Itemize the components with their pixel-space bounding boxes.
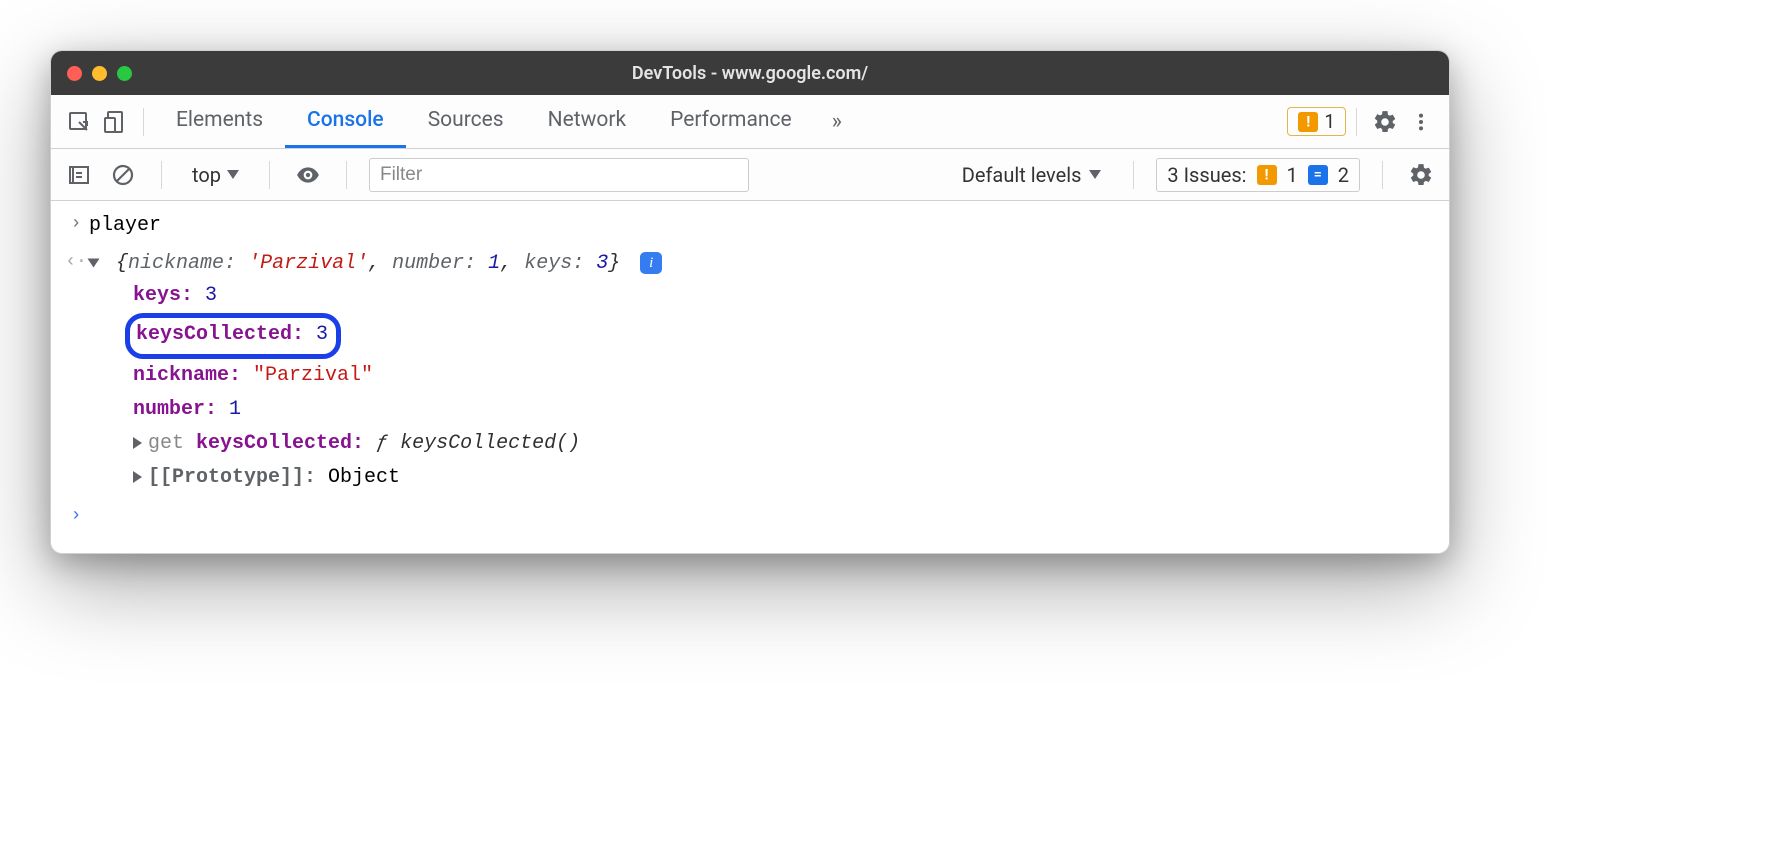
separator [346, 161, 347, 189]
clear-console-icon[interactable] [107, 159, 139, 191]
tab-performance[interactable]: Performance [648, 95, 813, 148]
minimize-window-button[interactable] [92, 66, 107, 81]
console-toolbar: top Default levels 3 Issues: 1 2 [51, 149, 1449, 201]
console-output-row: ‹· {nickname: 'Parzival', number: 1, key… [53, 245, 1447, 499]
prompt-chevron-icon: › [63, 503, 89, 529]
separator [1382, 161, 1383, 189]
inspect-element-icon[interactable] [61, 104, 97, 140]
maximize-window-button[interactable] [117, 66, 132, 81]
disclosure-toggle[interactable] [133, 437, 142, 449]
output-chevron-icon: ‹· [63, 249, 89, 275]
device-toolbar-icon[interactable] [97, 104, 133, 140]
separator [143, 108, 144, 136]
context-label: top [192, 163, 221, 187]
toggle-sidebar-icon[interactable] [63, 159, 95, 191]
tabs: Elements Console Sources Network Perform… [154, 95, 814, 148]
warning-icon [1298, 112, 1318, 132]
console-settings-icon[interactable] [1405, 159, 1437, 191]
console-input-row: › player [53, 207, 1447, 245]
warning-icon [1257, 165, 1277, 185]
tab-sources[interactable]: Sources [406, 95, 526, 148]
info-icon [1308, 165, 1328, 185]
issues-count: 1 [1324, 110, 1335, 133]
info-badge-icon[interactable]: i [640, 252, 662, 274]
prop-nickname[interactable]: nickname: "Parzival" [133, 359, 1437, 393]
settings-icon[interactable] [1367, 104, 1403, 140]
console-input-text: player [89, 211, 1437, 241]
separator [1133, 161, 1134, 189]
issues-summary[interactable]: 3 Issues: 1 2 [1156, 158, 1360, 192]
prop-keyscollected[interactable]: keysCollected: 3 [133, 313, 1437, 359]
separator [269, 161, 270, 189]
console-output: › player ‹· {nickname: 'Parzival', numbe… [51, 201, 1449, 553]
more-tabs-button[interactable]: » [814, 109, 860, 134]
prop-number[interactable]: number: 1 [133, 393, 1437, 427]
log-levels-label: Default levels [962, 163, 1082, 187]
window-controls [67, 66, 132, 81]
highlight-annotation: keysCollected: 3 [125, 313, 341, 359]
context-selector[interactable]: top [184, 159, 247, 191]
object-properties: keys: 3 keysCollected: 3 nickname: "Parz… [133, 279, 1437, 495]
issues-warn-count: 1 [1287, 163, 1298, 187]
object-summary[interactable]: {nickname: 'Parzival', number: 1, keys: … [116, 252, 632, 275]
tab-elements[interactable]: Elements [154, 95, 285, 148]
console-prompt-row[interactable]: › [53, 499, 1447, 533]
issues-pill[interactable]: 1 [1287, 107, 1346, 136]
devtools-window: DevTools - www.google.com/ Elements Cons… [50, 50, 1450, 554]
prop-keys[interactable]: keys: 3 [133, 279, 1437, 313]
issues-label: 3 Issues: [1167, 163, 1246, 187]
disclosure-toggle[interactable] [133, 471, 142, 483]
live-expression-icon[interactable] [292, 159, 324, 191]
titlebar: DevTools - www.google.com/ [51, 51, 1449, 95]
separator [161, 161, 162, 189]
input-chevron-icon: › [63, 211, 89, 237]
issues-info-count: 2 [1338, 163, 1349, 187]
filter-input[interactable] [369, 158, 749, 192]
tabbar: Elements Console Sources Network Perform… [51, 95, 1449, 149]
window-title: DevTools - www.google.com/ [51, 63, 1449, 84]
tab-console[interactable]: Console [285, 95, 406, 148]
prop-getter[interactable]: get keysCollected: ƒ keysCollected() [133, 427, 1437, 461]
tab-network[interactable]: Network [526, 95, 649, 148]
separator [1356, 108, 1357, 136]
kebab-menu-icon[interactable] [1403, 104, 1439, 140]
prop-prototype[interactable]: [[Prototype]]: Object [133, 461, 1437, 495]
chevron-down-icon [227, 170, 239, 179]
log-levels-selector[interactable]: Default levels [952, 159, 1112, 191]
close-window-button[interactable] [67, 66, 82, 81]
disclosure-toggle[interactable] [88, 258, 100, 267]
chevron-down-icon [1089, 170, 1101, 179]
